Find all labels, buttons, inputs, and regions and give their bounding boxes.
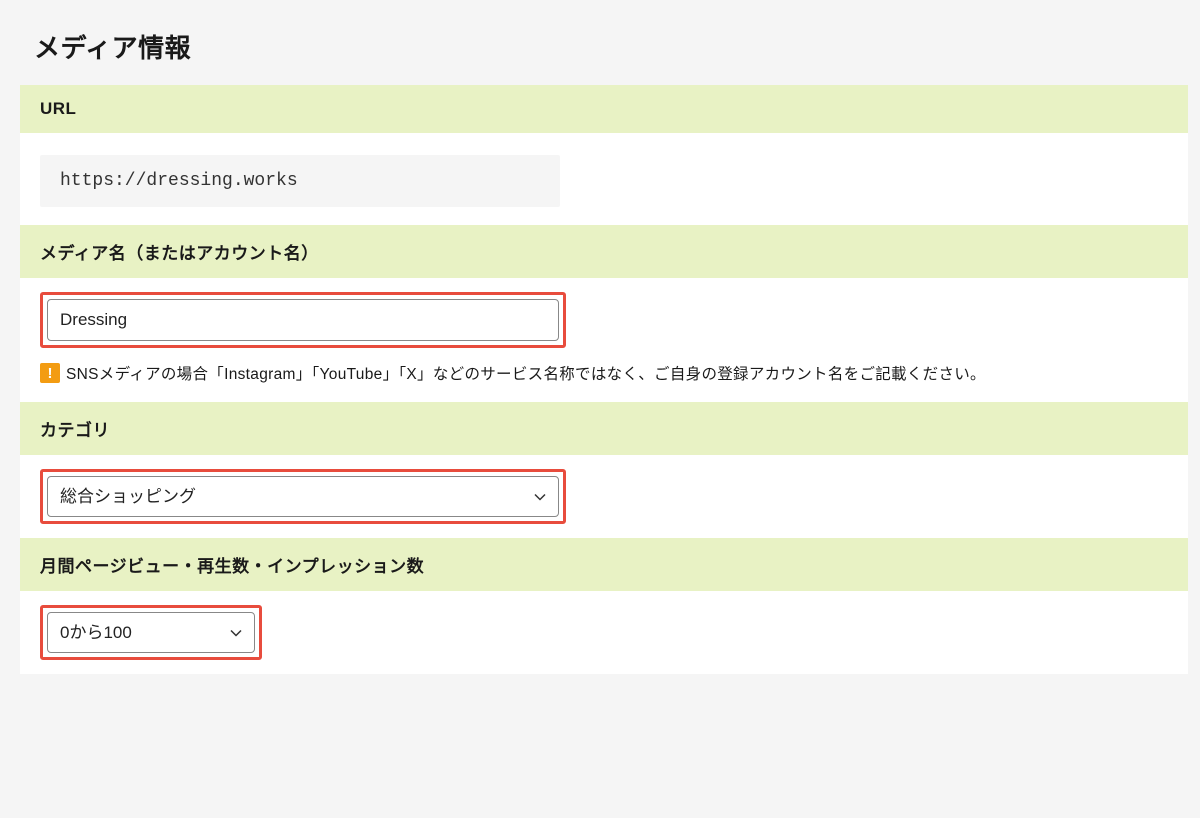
media-info-section: メディア情報 URL https://dressing.works メディア名（… bbox=[20, 28, 1188, 674]
media-name-input[interactable] bbox=[47, 299, 559, 341]
highlight-category: 総合ショッピング bbox=[40, 469, 566, 524]
highlight-pageview: 0から100 bbox=[40, 605, 262, 660]
url-value: https://dressing.works bbox=[40, 155, 560, 207]
warning-icon: ! bbox=[40, 363, 60, 383]
media-name-field-block bbox=[20, 278, 1188, 362]
label-media-name: メディア名（またはアカウント名） bbox=[20, 225, 1188, 278]
url-field-block: https://dressing.works bbox=[20, 133, 1188, 225]
label-pageview: 月間ページビュー・再生数・インプレッション数 bbox=[20, 538, 1188, 591]
label-url: URL bbox=[20, 85, 1188, 133]
section-title: メディア情報 bbox=[34, 28, 1188, 65]
label-category: カテゴリ bbox=[20, 402, 1188, 455]
pageview-select[interactable]: 0から100 bbox=[47, 612, 255, 653]
media-name-note-text: SNSメディアの場合「Instagram」「YouTube」「X」などのサービス… bbox=[66, 362, 986, 384]
media-name-note: ! SNSメディアの場合「Instagram」「YouTube」「X」などのサー… bbox=[20, 362, 1188, 402]
category-field-block: 総合ショッピング bbox=[20, 455, 1188, 538]
category-select[interactable]: 総合ショッピング bbox=[47, 476, 559, 517]
highlight-media-name bbox=[40, 292, 566, 348]
pageview-field-block: 0から100 bbox=[20, 591, 1188, 674]
